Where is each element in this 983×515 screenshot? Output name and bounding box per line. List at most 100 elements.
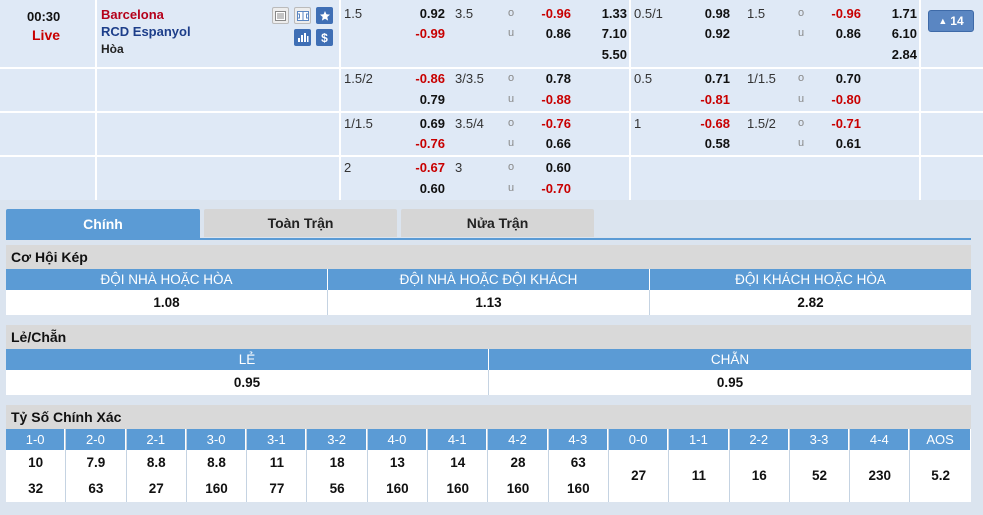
stats-chart-icon[interactable] <box>294 29 311 46</box>
odds-row-alt-3: 2 -0.67 0.60 3 o u 0.60 -0.70 <box>0 157 983 200</box>
home-score-odds[interactable]: 18 <box>307 450 367 476</box>
correct-score-section: Tỷ Số Chính Xác 1-0 10 32 2-0 7.9 63 2-1 8.8 27 3… <box>6 405 971 502</box>
home-score-odds[interactable]: 14 <box>428 450 488 476</box>
handicap-home-odds[interactable]: -0.86 <box>401 71 445 86</box>
odds-table: 00:30 Live Barcelona RCD Espanyol Hòa $ … <box>0 0 983 200</box>
home-score-odds[interactable]: 10 <box>6 450 66 476</box>
over-odds[interactable]: -0.96 <box>527 6 571 21</box>
home-score-odds[interactable]: 7.9 <box>66 450 126 476</box>
markets-panel: Chính Toàn Trận Nửa Trận Cơ Hội Kép ĐỘI … <box>0 200 983 515</box>
fh-handicap-home-odds[interactable]: -0.68 <box>686 116 730 131</box>
1x2-away-odds[interactable]: 7.10 <box>583 26 627 41</box>
fh-handicap-away-odds[interactable]: -0.81 <box>686 92 730 107</box>
under-odds[interactable]: 0.66 <box>527 136 571 151</box>
home-score-odds[interactable]: 28 <box>488 450 548 476</box>
more-markets-button[interactable]: ▲ 14 <box>928 10 974 32</box>
handicap-home-odds[interactable]: 0.92 <box>401 6 445 21</box>
score-label: 3-2 <box>307 429 367 450</box>
double-chance-odds[interactable]: 2.82 <box>650 290 971 315</box>
score-label: 0-0 <box>608 429 669 450</box>
odd-even-odds[interactable]: 0.95 <box>6 370 489 395</box>
ou-line: 3/3.5 <box>455 71 484 86</box>
scoreboard-icon[interactable] <box>272 7 289 24</box>
handicap-away-odds[interactable]: -0.76 <box>401 136 445 151</box>
score-column: 0-0 27 <box>608 429 670 502</box>
tab-main[interactable]: Chính <box>6 209 200 239</box>
fh-1x2-away-odds[interactable]: 6.10 <box>873 26 917 41</box>
fh-under-odds[interactable]: 0.86 <box>817 26 861 41</box>
fh-over-odds[interactable]: 0.70 <box>817 71 861 86</box>
score-label: 4-3 <box>548 429 608 450</box>
favorite-star-icon[interactable] <box>316 7 333 24</box>
handicap-away-odds[interactable]: 0.79 <box>401 92 445 107</box>
draw-score-odds[interactable]: 230 <box>850 450 910 502</box>
away-score-odds[interactable]: 160 <box>186 476 247 502</box>
draw-score-odds[interactable]: 16 <box>729 450 789 502</box>
home-score-odds[interactable]: 11 <box>247 450 307 476</box>
away-score-odds[interactable]: 160 <box>367 476 428 502</box>
odd-even-odds[interactable]: 0.95 <box>489 370 971 395</box>
double-chance-odds[interactable]: 1.08 <box>6 290 328 315</box>
under-odds[interactable]: -0.70 <box>527 181 571 196</box>
field-icon[interactable] <box>294 7 311 24</box>
score-label: 4-0 <box>367 429 428 450</box>
away-score-odds[interactable]: 160 <box>428 476 488 502</box>
over-odds[interactable]: 0.60 <box>527 160 571 175</box>
fh-handicap-home-odds[interactable]: 0.98 <box>686 6 730 21</box>
away-score-odds[interactable]: 77 <box>247 476 307 502</box>
score-column: 3-0 8.8 160 <box>186 429 248 502</box>
away-score-odds[interactable]: 160 <box>488 476 548 502</box>
handicap-home-odds[interactable]: -0.67 <box>401 160 445 175</box>
handicap-away-odds[interactable]: 0.60 <box>401 181 445 196</box>
fh-over-label: o <box>797 72 805 84</box>
fh-handicap-away-odds[interactable]: 0.58 <box>686 136 730 151</box>
draw-score-odds[interactable]: 11 <box>669 450 729 502</box>
away-team-name[interactable]: RCD Espanyol <box>101 24 191 39</box>
home-score-odds[interactable]: 8.8 <box>126 450 186 476</box>
score-column: 3-2 18 56 <box>307 429 368 502</box>
fh-over-odds[interactable]: -0.96 <box>817 6 861 21</box>
away-score-odds[interactable]: 56 <box>307 476 367 502</box>
home-score-odds[interactable]: 13 <box>367 450 428 476</box>
home-score-odds[interactable]: 8.8 <box>186 450 247 476</box>
fh-handicap-away-odds[interactable]: 0.92 <box>686 26 730 41</box>
under-odds[interactable]: 0.86 <box>527 26 571 41</box>
double-chance-header: ĐỘI KHÁCH HOẶC HÒA <box>735 272 886 287</box>
over-odds[interactable]: -0.76 <box>527 116 571 131</box>
fh-1x2-home-odds[interactable]: 1.71 <box>873 6 917 21</box>
odd-even-header: LẺ <box>6 349 489 370</box>
away-score-odds[interactable]: 160 <box>548 476 608 502</box>
1x2-draw-odds[interactable]: 5.50 <box>583 47 627 62</box>
1x2-home-odds[interactable]: 1.33 <box>583 6 627 21</box>
fh-over-odds[interactable]: -0.71 <box>817 116 861 131</box>
draw-label: Hòa <box>101 42 124 56</box>
home-score-odds[interactable]: 63 <box>548 450 608 476</box>
away-score-odds[interactable]: 63 <box>66 476 126 502</box>
correct-score-title: Tỷ Số Chính Xác <box>6 405 971 429</box>
score-label: 3-3 <box>789 429 850 450</box>
double-chance-odds[interactable]: 1.13 <box>328 290 650 315</box>
ou-line: 3 <box>455 160 463 175</box>
fh-under-label: u <box>797 93 805 105</box>
away-score-odds[interactable]: 32 <box>6 476 66 502</box>
over-odds[interactable]: 0.78 <box>527 71 571 86</box>
draw-score-odds[interactable]: 27 <box>608 450 669 502</box>
fh-handicap-line: 0.5 <box>634 71 653 86</box>
tab-half-match[interactable]: Nửa Trận <box>401 209 594 237</box>
score-label: 3-1 <box>247 429 307 450</box>
fh-under-odds[interactable]: 0.61 <box>817 136 861 151</box>
handicap-home-odds[interactable]: 0.69 <box>401 116 445 131</box>
under-odds[interactable]: -0.88 <box>527 92 571 107</box>
score-column: 4-0 13 160 <box>367 429 429 502</box>
fh-1x2-draw-odds[interactable]: 2.84 <box>873 47 917 62</box>
handicap-away-odds[interactable]: -0.99 <box>401 26 445 41</box>
home-team-name[interactable]: Barcelona <box>101 7 164 22</box>
over-label: o <box>507 161 515 173</box>
fh-handicap-home-odds[interactable]: 0.71 <box>686 71 730 86</box>
draw-score-odds[interactable]: 52 <box>789 450 850 502</box>
fh-under-odds[interactable]: -0.80 <box>817 92 861 107</box>
draw-score-odds[interactable]: 5.2 <box>910 450 971 502</box>
dollar-icon[interactable]: $ <box>316 29 333 46</box>
away-score-odds[interactable]: 27 <box>126 476 186 502</box>
tab-full-match[interactable]: Toàn Trận <box>204 209 397 237</box>
